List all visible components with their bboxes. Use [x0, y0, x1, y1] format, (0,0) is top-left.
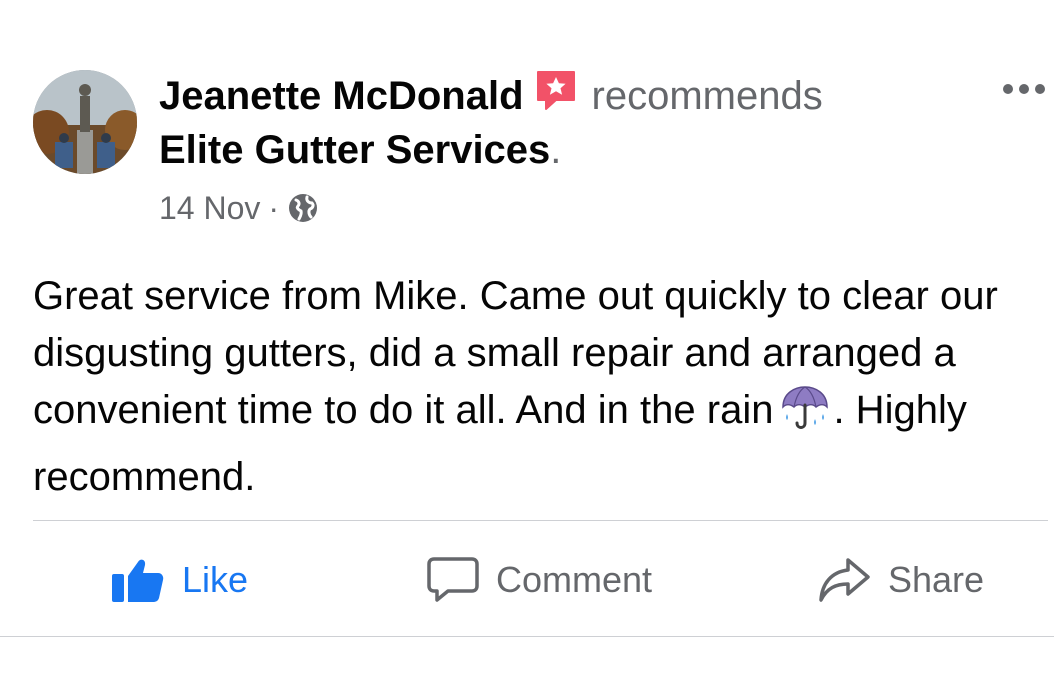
recommended-page: Elite Gutter Services.	[159, 124, 561, 176]
avatar-photo	[33, 70, 137, 174]
comment-button[interactable]: Comment	[426, 550, 652, 610]
page-suffix: .	[550, 128, 562, 172]
thumbs-up-icon	[112, 559, 164, 602]
post-header: Jeanette McDonald recommends	[159, 68, 823, 125]
comment-bubble-icon	[427, 557, 479, 602]
page-name[interactable]: Elite Gutter Services	[159, 128, 550, 172]
more-options-button[interactable]	[1000, 80, 1050, 98]
umbrella-with-rain-icon	[779, 383, 831, 449]
divider	[33, 520, 1048, 521]
avatar[interactable]	[33, 70, 137, 174]
recommends-text: recommends	[591, 74, 823, 118]
recommendation-star-icon	[534, 68, 578, 125]
divider	[0, 636, 1054, 637]
post-date[interactable]: 14 Nov	[159, 190, 260, 226]
recommendation-post: Jeanette McDonald recommends Elite Gutte…	[0, 0, 1054, 673]
share-button[interactable]: Share	[818, 550, 984, 610]
meta-separator: ·	[268, 190, 280, 226]
comment-label: Comment	[496, 559, 653, 600]
post-body: Great service from Mike. Came out quickl…	[33, 268, 1048, 506]
share-arrow-icon	[819, 558, 870, 602]
globe-icon[interactable]	[287, 192, 319, 233]
author-name[interactable]: Jeanette McDonald	[159, 74, 524, 118]
like-button[interactable]: Like	[110, 550, 248, 610]
ellipsis-icon	[1003, 84, 1045, 94]
share-label: Share	[888, 559, 985, 600]
post-meta: 14 Nov ·	[159, 188, 319, 233]
like-label: Like	[182, 559, 249, 600]
